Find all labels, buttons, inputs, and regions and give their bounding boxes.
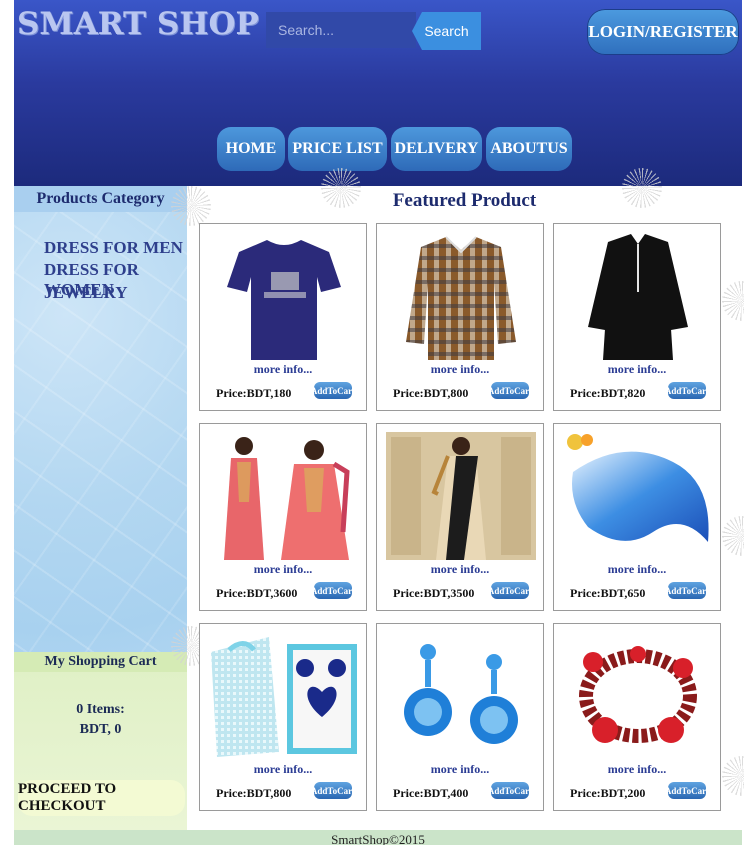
salwar-kameez-image[interactable]	[209, 432, 359, 560]
black-kurta-image[interactable]	[563, 232, 713, 360]
heart-jewelry-set-image[interactable]	[209, 632, 359, 760]
blue-scarf-image[interactable]	[563, 432, 713, 560]
product-price: Price:BDT,800	[393, 386, 469, 400]
add-to-cart-button[interactable]: AddToCart	[311, 782, 355, 799]
more-info-link[interactable]: more info...	[554, 562, 720, 577]
product-card: more info... Price:BDT,400 AddToCart	[376, 623, 544, 811]
add-to-cart-button[interactable]: AddToCart	[311, 582, 355, 599]
product-price: Price:BDT,800	[216, 786, 292, 800]
shopping-cart-panel: My Shopping Cart 0 Items: BDT, 0 PROCEED…	[14, 652, 187, 830]
site-header: SMART SHOP Search LOGIN/REGISTER HOME PR…	[14, 0, 742, 186]
product-price: Price:BDT,3500	[393, 586, 475, 600]
add-to-cart-button[interactable]: AddToCart	[488, 382, 532, 399]
checkout-button[interactable]: PROCEED TO CHECKOUT	[18, 780, 185, 816]
decorative-burst	[722, 281, 744, 321]
product-price: Price:BDT,400	[393, 786, 469, 800]
category-link-men[interactable]: DRESS FOR MEN	[44, 238, 183, 258]
more-info-link[interactable]: more info...	[200, 362, 366, 377]
purple-tshirt-image[interactable]	[209, 232, 359, 360]
saree-image[interactable]	[386, 432, 536, 560]
login-register-button[interactable]: LOGIN/REGISTER	[587, 9, 739, 55]
add-to-cart-button[interactable]: AddToCart	[488, 782, 532, 799]
footer: SmartShop©2015	[14, 830, 742, 845]
site-logo[interactable]: SMART SHOP	[17, 6, 259, 42]
shopping-cart-title: My Shopping Cart	[14, 652, 187, 672]
nav-price-list[interactable]: PRICE LIST	[288, 127, 387, 171]
product-card: more info... Price:BDT,3600 AddToCart	[199, 423, 367, 611]
decorative-burst	[722, 516, 744, 556]
nav-delivery[interactable]: DELIVERY	[391, 127, 482, 171]
featured-products-area: Featured Product more info... Price:BDT,…	[171, 168, 744, 830]
more-info-link[interactable]: more info...	[200, 562, 366, 577]
product-card: more info... Price:BDT,800 AddToCart	[376, 223, 544, 411]
product-card: more info... Price:BDT,200 AddToCart	[553, 623, 721, 811]
red-bead-bracelet-image[interactable]	[563, 632, 713, 760]
more-info-link[interactable]: more info...	[554, 762, 720, 777]
product-price: Price:BDT,3600	[216, 586, 298, 600]
more-info-link[interactable]: more info...	[377, 762, 543, 777]
sidebar: Products Category DRESS FOR MEN DRESS FO…	[14, 186, 187, 830]
more-info-link[interactable]: more info...	[554, 362, 720, 377]
product-card: more info... Price:BDT,650 AddToCart	[553, 423, 721, 611]
add-to-cart-button[interactable]: AddToCart	[665, 382, 709, 399]
checked-shirt-image[interactable]	[386, 232, 536, 360]
featured-product-title: Featured Product	[392, 190, 537, 211]
product-price: Price:BDT,650	[570, 586, 646, 600]
add-to-cart-button[interactable]: AddToCart	[665, 782, 709, 799]
nav-about-us[interactable]: ABOUTUS	[486, 127, 572, 171]
product-price: Price:BDT,200	[570, 786, 646, 800]
blue-flower-earrings-image[interactable]	[386, 632, 536, 760]
product-card: more info... Price:BDT,3500 AddToCart	[376, 423, 544, 611]
nav-home[interactable]: HOME	[217, 127, 285, 171]
products-category-title: Products Category	[14, 186, 187, 212]
product-price: Price:BDT,820	[570, 386, 646, 400]
add-to-cart-button[interactable]: AddToCart	[311, 382, 355, 399]
cart-item-count: 0 Items:	[76, 702, 125, 717]
decorative-burst	[722, 756, 744, 796]
add-to-cart-button[interactable]: AddToCart	[665, 582, 709, 599]
search-button[interactable]: Search	[412, 12, 481, 50]
more-info-link[interactable]: more info...	[377, 562, 543, 577]
more-info-link[interactable]: more info...	[377, 362, 543, 377]
category-link-jewelry[interactable]: JEWELRY	[44, 283, 127, 303]
search-input[interactable]	[266, 12, 416, 48]
product-price: Price:BDT,180	[216, 386, 292, 400]
footer-copyright: SmartShop©2015	[331, 832, 425, 845]
add-to-cart-button[interactable]: AddToCart	[488, 582, 532, 599]
product-card: more info... Price:BDT,800 AddToCart	[199, 623, 367, 811]
more-info-link[interactable]: more info...	[200, 762, 366, 777]
cart-total: BDT, 0	[79, 722, 122, 737]
product-card: more info... Price:BDT,180 AddToCart	[199, 223, 367, 411]
product-card: more info... Price:BDT,820 AddToCart	[553, 223, 721, 411]
